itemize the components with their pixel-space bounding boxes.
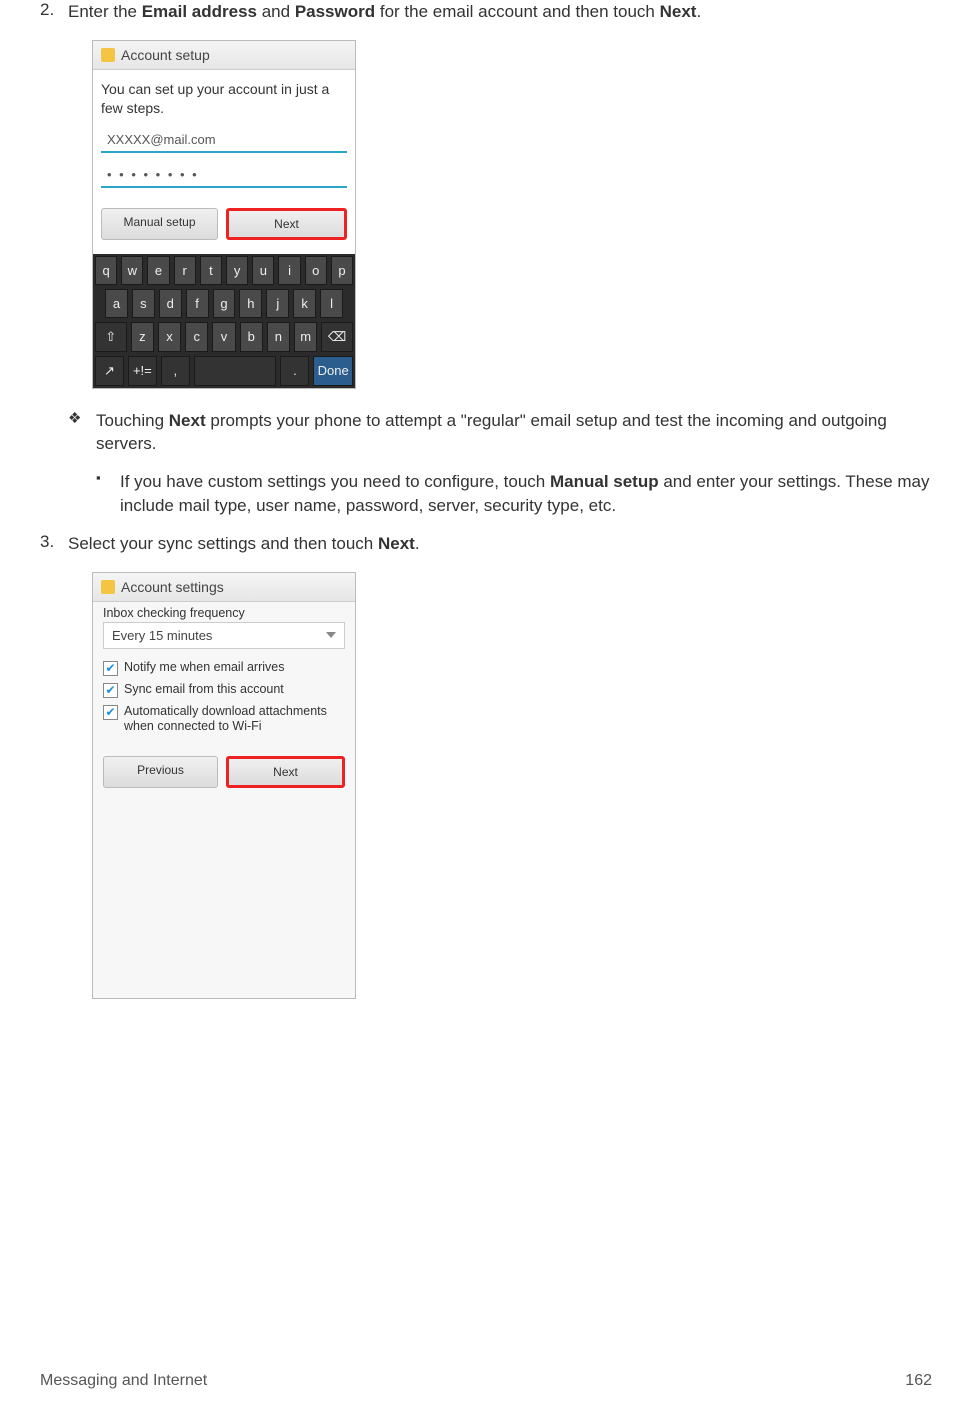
done-key[interactable]: Done	[313, 356, 353, 386]
phone-frame: Account settings Inbox checking frequenc…	[92, 572, 356, 999]
bullet-mark: ▪	[96, 470, 120, 518]
keyboard: q w e r t y u i o p a s d f g h j k l	[93, 254, 355, 388]
period-key[interactable]: .	[280, 356, 309, 386]
key[interactable]: g	[213, 289, 236, 318]
step-number: 2.	[40, 0, 68, 24]
empty-area	[93, 798, 355, 998]
key[interactable]: j	[266, 289, 289, 318]
comma-key[interactable]: ,	[161, 356, 190, 386]
key[interactable]: l	[320, 289, 343, 318]
t: Touching	[96, 411, 169, 430]
key[interactable]: m	[294, 322, 317, 352]
t: Next	[378, 534, 415, 553]
swype-key[interactable]: ↗	[95, 356, 124, 386]
next-button[interactable]: Next	[226, 756, 345, 788]
key[interactable]: f	[186, 289, 209, 318]
key[interactable]: c	[185, 322, 208, 352]
checkbox-label: Automatically download attachments when …	[124, 704, 345, 735]
t: and	[257, 2, 295, 21]
step-2: 2. Enter the Email address and Password …	[40, 0, 932, 24]
t: .	[415, 534, 420, 553]
password-field[interactable]	[101, 163, 347, 188]
key[interactable]: z	[131, 322, 154, 352]
key[interactable]: o	[305, 256, 327, 285]
checkbox-label: Sync email from this account	[124, 682, 284, 698]
phone-header: Account settings	[93, 573, 355, 602]
checkbox-auto-download[interactable]: Automatically download attachments when …	[93, 701, 355, 738]
frequency-dropdown[interactable]: Every 15 minutes	[103, 622, 345, 649]
space-key[interactable]	[194, 356, 277, 386]
phone-header: Account setup	[93, 41, 355, 70]
key[interactable]: k	[293, 289, 316, 318]
key[interactable]: r	[174, 256, 196, 285]
step-number: 3.	[40, 532, 68, 556]
backspace-key[interactable]: ⌫	[321, 322, 353, 352]
shift-key[interactable]: ⇧	[95, 322, 127, 352]
key[interactable]: e	[147, 256, 169, 285]
frequency-label: Inbox checking frequency	[93, 602, 355, 620]
t: .	[696, 2, 701, 21]
checkbox-icon	[103, 705, 118, 720]
button-row: Manual setup Next	[101, 208, 347, 240]
chevron-down-icon	[326, 632, 336, 638]
key[interactable]: v	[212, 322, 235, 352]
sym-key[interactable]: +!=	[128, 356, 157, 386]
checkbox-label: Notify me when email arrives	[124, 660, 284, 676]
header-title: Account setup	[121, 47, 210, 63]
t: prompts your phone to attempt a "regular…	[96, 411, 887, 454]
bullet-mark: ❖	[68, 409, 96, 457]
key[interactable]: s	[132, 289, 155, 318]
checkbox-sync[interactable]: Sync email from this account	[93, 679, 355, 701]
key[interactable]: p	[331, 256, 353, 285]
step-3: 3. Select your sync settings and then to…	[40, 532, 932, 556]
key[interactable]: t	[200, 256, 222, 285]
footer-section: Messaging and Internet	[40, 1372, 207, 1390]
t: Next	[660, 2, 697, 21]
t: If you have custom settings you need to …	[120, 472, 550, 491]
dropdown-value: Every 15 minutes	[112, 628, 212, 643]
setup-message: You can set up your account in just a fe…	[101, 80, 347, 118]
sub-bullet-1: ❖ Touching Next prompts your phone to at…	[68, 409, 932, 457]
bullet-text: If you have custom settings you need to …	[120, 470, 932, 518]
manual-setup-button[interactable]: Manual setup	[101, 208, 218, 240]
checkbox-icon	[103, 683, 118, 698]
page-footer: Messaging and Internet 162	[40, 1372, 932, 1390]
key[interactable]: b	[240, 322, 263, 352]
key[interactable]: h	[239, 289, 262, 318]
key[interactable]: a	[105, 289, 128, 318]
key[interactable]: w	[121, 256, 143, 285]
t: Email address	[142, 2, 257, 21]
step-text: Enter the Email address and Password for…	[68, 0, 932, 24]
phone-frame: Account setup You can set up your accoun…	[92, 40, 356, 389]
previous-button[interactable]: Previous	[103, 756, 218, 788]
email-field[interactable]	[101, 128, 347, 153]
key[interactable]: d	[159, 289, 182, 318]
t: Next	[169, 411, 206, 430]
phone-body: You can set up your account in just a fe…	[93, 70, 355, 240]
button-row: Previous Next	[93, 738, 355, 798]
key[interactable]: y	[226, 256, 248, 285]
key[interactable]: q	[95, 256, 117, 285]
key[interactable]: x	[158, 322, 181, 352]
t: Enter the	[68, 2, 142, 21]
footer-page-number: 162	[905, 1372, 932, 1390]
checkbox-icon	[103, 661, 118, 676]
key[interactable]: u	[252, 256, 274, 285]
t: Select your sync settings and then touch	[68, 534, 378, 553]
t: Password	[295, 2, 375, 21]
sub-sub-bullet-1: ▪ If you have custom settings you need t…	[96, 470, 932, 518]
phone-screenshot-2: Account settings Inbox checking frequenc…	[92, 572, 932, 999]
key[interactable]: n	[267, 322, 290, 352]
header-title: Account settings	[121, 579, 224, 595]
key[interactable]: i	[278, 256, 300, 285]
t: Manual setup	[550, 472, 659, 491]
phone-screenshot-1: Account setup You can set up your accoun…	[92, 40, 932, 389]
app-icon	[101, 580, 115, 594]
step-text: Select your sync settings and then touch…	[68, 532, 932, 556]
t: for the email account and then touch	[375, 2, 659, 21]
checkbox-notify[interactable]: Notify me when email arrives	[93, 657, 355, 679]
app-icon	[101, 48, 115, 62]
bullet-text: Touching Next prompts your phone to atte…	[96, 409, 932, 457]
next-button[interactable]: Next	[226, 208, 347, 240]
